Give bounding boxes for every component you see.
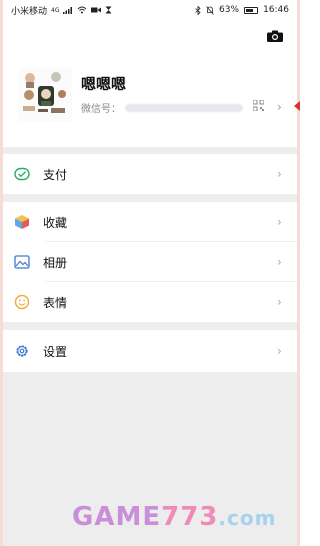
- profile-header[interactable]: 嗯嗯嗯 微信号： ›: [3, 20, 300, 147]
- watermark-game: GAME: [72, 502, 162, 532]
- avatar[interactable]: [18, 68, 72, 122]
- wechat-id-label: 微信号：: [81, 104, 121, 115]
- chevron-right-icon: ›: [277, 215, 282, 229]
- chevron-right-icon: ›: [277, 344, 282, 358]
- menu-label-pay: 支付: [43, 167, 68, 182]
- profile-chevron-icon: ›: [277, 100, 282, 114]
- camera-icon[interactable]: [267, 30, 283, 42]
- menu-label-settings: 设置: [43, 344, 68, 359]
- status-bar: 小米移动 4G 63% 16:46: [3, 0, 297, 20]
- favorites-cube-icon: [15, 215, 29, 229]
- section-gap: [3, 194, 297, 202]
- menu-item-favorites[interactable]: 收藏 ›: [3, 202, 297, 242]
- menu-label-album: 相册: [43, 255, 68, 270]
- qr-code-icon[interactable]: [253, 100, 264, 111]
- menu-item-album[interactable]: 相册 ›: [3, 242, 297, 282]
- menu-item-pay[interactable]: 支付 ›: [3, 154, 297, 194]
- red-edge-marker: [294, 101, 300, 111]
- wechat-id-row: 微信号：: [81, 100, 243, 115]
- section-gap: [3, 322, 297, 330]
- menu-label-stickers: 表情: [43, 295, 68, 310]
- pay-icon: [14, 167, 30, 181]
- signal-icon: [63, 7, 73, 14]
- gear-icon: [16, 345, 28, 357]
- site-watermark: GAME773.com: [72, 502, 276, 532]
- chevron-right-icon: ›: [277, 295, 282, 309]
- hourglass-icon: [105, 6, 112, 14]
- nickname: 嗯嗯嗯: [81, 75, 127, 93]
- mute-bell-icon: [206, 5, 214, 15]
- wifi-icon: [78, 6, 87, 14]
- clock: 16:46: [263, 5, 289, 15]
- menu-item-stickers[interactable]: 表情 ›: [3, 282, 297, 322]
- section-gap: [3, 147, 297, 154]
- watermark-com: .com: [218, 506, 277, 530]
- battery-icon: [244, 6, 259, 14]
- carrier-label: 小米移动: [11, 6, 48, 17]
- wechat-id-value-blurred: [125, 103, 243, 112]
- avatar-sticker-image: [23, 72, 66, 113]
- bluetooth-icon: [195, 5, 201, 15]
- chevron-right-icon: ›: [277, 167, 282, 181]
- battery-percent: 63%: [219, 5, 240, 15]
- smiley-icon: [14, 294, 30, 310]
- video-icon: [91, 7, 102, 13]
- album-icon: [14, 255, 30, 269]
- menu-label-favorites: 收藏: [43, 215, 68, 230]
- menu-item-settings[interactable]: 设置 ›: [3, 330, 297, 372]
- network-label: 4G: [51, 6, 60, 14]
- chevron-right-icon: ›: [277, 255, 282, 269]
- watermark-773: 773: [161, 502, 219, 532]
